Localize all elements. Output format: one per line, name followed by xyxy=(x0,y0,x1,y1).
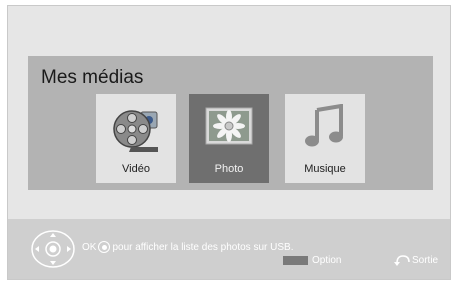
return-arrow-icon xyxy=(394,253,412,272)
tile-music[interactable]: Musique xyxy=(285,94,365,183)
help-text: OK pour afficher la liste des photos sur… xyxy=(82,241,293,253)
exit-label[interactable]: Sortie xyxy=(412,255,438,266)
tile-music-label: Musique xyxy=(304,163,346,175)
tile-video-label: Vidéo xyxy=(122,163,150,175)
ok-button-icon xyxy=(98,241,111,253)
daisy-photo-icon xyxy=(204,104,254,153)
media-panel: Mes médias Vidéo Photo Musique xyxy=(28,56,433,190)
help-text-message: pour afficher la liste des photos sur US… xyxy=(112,241,294,253)
tile-video[interactable]: Vidéo xyxy=(96,94,176,183)
option-label[interactable]: Option xyxy=(312,255,341,266)
ok-key-label: OK xyxy=(82,241,97,253)
music-note-icon xyxy=(303,103,347,155)
tile-photo-label: Photo xyxy=(214,163,244,175)
tile-photo[interactable]: Photo xyxy=(189,94,269,183)
option-color-key-icon xyxy=(283,256,308,265)
page-title: Mes médias xyxy=(41,67,144,88)
film-reel-icon xyxy=(111,104,161,159)
navigation-dpad-icon xyxy=(30,229,76,269)
